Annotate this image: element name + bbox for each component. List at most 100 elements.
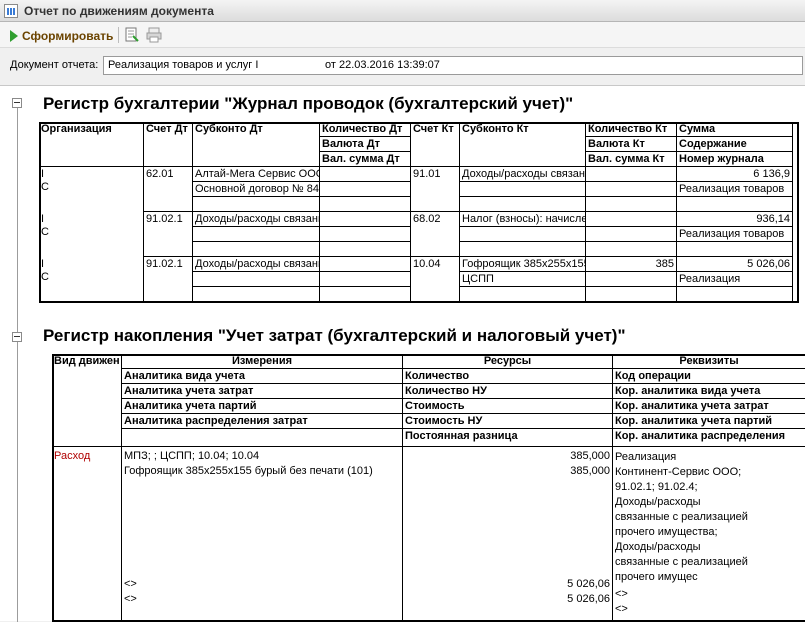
r1-kt-sub2	[460, 182, 586, 197]
col-kt-account: Счет Кт	[411, 122, 460, 167]
r3-kt-qty: 385	[586, 257, 677, 272]
col-res5: Постоянная разница	[403, 429, 613, 447]
col-req3: Кор. аналитика учета затрат	[613, 399, 805, 414]
toolbar-separator	[118, 27, 119, 43]
document-param-label: Документ отчета:	[10, 59, 99, 71]
col-dimensions: Измерения	[122, 354, 403, 369]
col-req4: Кор. аналитика учета партий	[613, 414, 805, 429]
col-sum: Сумма	[677, 122, 793, 137]
r1-kt-currency	[586, 182, 677, 197]
dim1-value: МПЗ; ; ЦСПП; 10.04; 10.04	[124, 450, 260, 462]
generate-button[interactable]: Сформировать	[4, 25, 119, 45]
col-movement: Вид движен	[52, 354, 122, 447]
requisites-cell: Реализация Континент-Сервис ООО; 91.02.1…	[613, 447, 805, 622]
window-titlebar: Отчет по движениям документа	[0, 0, 805, 22]
settings-report-icon[interactable]	[124, 27, 140, 43]
col-req5: Кор. аналитика распределения	[613, 429, 805, 447]
dim3-value: <>	[124, 578, 137, 590]
r1-dt-cur-sum	[320, 197, 411, 212]
r3-kt-sub2: ЦСПП	[460, 272, 586, 287]
req-tail1: <>	[615, 588, 628, 600]
r2-content: Реализация товаров	[677, 227, 793, 242]
r2-dt-currency	[320, 227, 411, 242]
r3-dt-sub1: Доходы/расходы связанные	[193, 257, 320, 272]
r1-kt-account: 91.01	[411, 167, 460, 212]
col-dim2: Аналитика учета затрат	[122, 384, 403, 399]
toolbar: Сформировать	[0, 22, 805, 48]
r1-dt-sub3	[193, 197, 320, 212]
r3-sum: 5 026,06	[677, 257, 793, 272]
col-dim1: Аналитика вида учета	[122, 369, 403, 384]
col-req2: Кор. аналитика вида учета	[613, 384, 805, 399]
collapse-icon[interactable]	[12, 332, 22, 342]
document-field-date: от 22.03.2016 13:39:07	[325, 59, 440, 71]
res2-value: 385,000	[570, 465, 610, 477]
r3-kt-currency	[586, 272, 677, 287]
r1-dt-sub2: Основной договор № 84	[193, 182, 320, 197]
r2-kt-cur-sum	[586, 242, 677, 257]
collapse-icon[interactable]	[12, 98, 22, 108]
col-requisites: Реквизиты	[613, 354, 805, 369]
document-field-value: Реализация товаров и услуг I	[108, 59, 259, 71]
report-area[interactable]: Регистр бухгалтерии "Журнал проводок (бу…	[0, 85, 805, 622]
r1-kt-qty	[586, 167, 677, 182]
register1-title: Регистр бухгалтерии "Журнал проводок (бу…	[43, 94, 574, 113]
r2-sum: 936,14	[677, 212, 793, 227]
col-kt-subconto: Субконто Кт	[460, 122, 586, 167]
r3-dt-currency	[320, 272, 411, 287]
r2-dt-cur-sum	[320, 242, 411, 257]
req-line: Доходы/расходы	[615, 541, 701, 553]
group-line	[17, 106, 18, 622]
req-line: 91.02.1; 91.02.4;	[615, 481, 698, 493]
r1-org-line1: I	[41, 168, 45, 180]
r3-journal	[677, 287, 793, 302]
r3-dt-sub2	[193, 272, 320, 287]
r2-kt-qty	[586, 212, 677, 227]
res4-value: 5 026,06	[567, 593, 610, 605]
r3-org-line2: С	[41, 271, 49, 283]
r3-dt-qty	[320, 257, 411, 272]
r1-kt-sub1: Доходы/расходы связанные	[460, 167, 586, 182]
req-line: Реализация	[615, 451, 677, 463]
r1-org-line2: С	[41, 181, 49, 193]
generate-button-label: Сформировать	[22, 29, 114, 43]
col-kt-currency: Валюта Кт	[586, 137, 677, 152]
req-line: связанные с реализацией	[615, 511, 748, 523]
r1-org: I С	[39, 167, 144, 212]
movement-type: Расход	[52, 447, 122, 622]
req-line: Доходы/расходы	[615, 496, 701, 508]
col-dt-account: Счет Дт	[144, 122, 193, 167]
col-content: Содержание	[677, 137, 793, 152]
col-res4: Стоимость НУ	[403, 414, 613, 429]
req-tail2: <>	[615, 603, 628, 615]
req-line: Континент-Сервис ООО;	[615, 466, 742, 478]
r1-dt-sub1: Алтай-Мега Сервис ООО	[193, 167, 320, 182]
r3-kt-sub3	[460, 287, 586, 302]
r3-kt-sub1: Гофроящик 385х255х155	[460, 257, 586, 272]
col-dt-subconto: Субконто Дт	[193, 122, 320, 167]
res1-value: 385,000	[570, 450, 610, 462]
col-dt-qty: Количество Дт	[320, 122, 411, 137]
r2-kt-account: 68.02	[411, 212, 460, 257]
req-line: прочего имущества;	[615, 526, 718, 538]
r2-kt-currency	[586, 227, 677, 242]
r2-org: I С	[39, 212, 144, 257]
r2-dt-sub2	[193, 227, 320, 242]
col-org: Организация	[39, 122, 144, 167]
r3-dt-cur-sum	[320, 287, 411, 302]
r3-dt-account: 91.02.1	[144, 257, 193, 302]
resources-cell: 385,000 385,000 5 026,06 5 026,06	[403, 447, 613, 622]
r2-kt-sub1: Налог (взносы): начисления	[460, 212, 586, 227]
document-field[interactable]: Реализация товаров и услуг I от 22.03.20…	[103, 56, 803, 75]
r1-sum: 6 136,9	[677, 167, 793, 182]
r1-dt-qty	[320, 167, 411, 182]
col-resources: Ресурсы	[403, 354, 613, 369]
req-line: связанные с реализацией	[615, 556, 748, 568]
r2-kt-sub2	[460, 227, 586, 242]
r2-dt-account: 91.02.1	[144, 212, 193, 257]
r1-journal	[677, 197, 793, 212]
print-icon[interactable]	[146, 27, 162, 43]
play-icon	[10, 30, 18, 42]
r2-dt-qty	[320, 212, 411, 227]
register2-title: Регистр накопления "Учет затрат (бухгалт…	[43, 326, 626, 345]
